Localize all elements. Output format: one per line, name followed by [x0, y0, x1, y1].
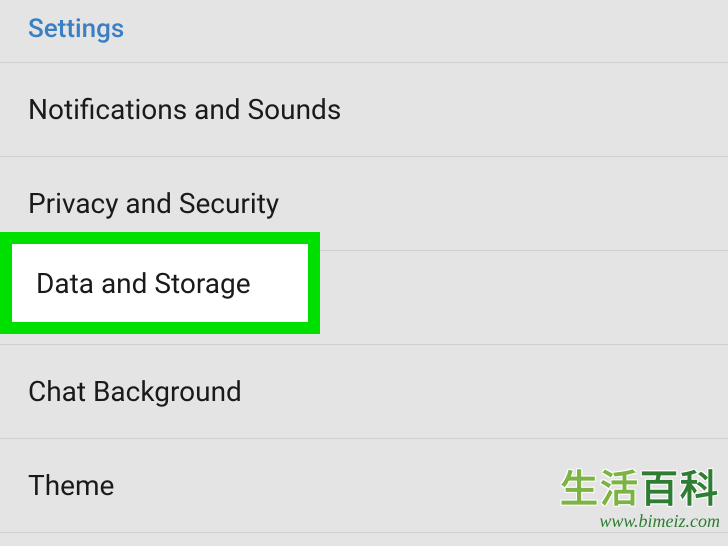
settings-header: Settings	[0, 0, 728, 63]
settings-item-label: Data and Storage	[28, 281, 243, 314]
watermark-text: 生活百科	[560, 470, 720, 512]
settings-item-chat-background[interactable]: Chat Background	[0, 345, 728, 439]
settings-title: Settings	[28, 14, 700, 44]
settings-item-label: Chat Background	[28, 375, 242, 408]
settings-item-label: Theme	[28, 469, 114, 502]
watermark: 生活百科 www.bimeiz.com	[560, 470, 720, 532]
watermark-url: www.bimeiz.com	[560, 512, 720, 532]
settings-item-data-storage[interactable]: Data and Storage	[0, 251, 728, 345]
watermark-left: 生活	[560, 468, 640, 512]
settings-item-privacy[interactable]: Privacy and Security	[0, 157, 728, 251]
settings-item-notifications[interactable]: Notifications and Sounds	[0, 63, 728, 157]
settings-item-label: Notifications and Sounds	[28, 93, 341, 126]
watermark-right: 百科	[640, 468, 720, 512]
settings-item-label: Privacy and Security	[28, 187, 279, 220]
